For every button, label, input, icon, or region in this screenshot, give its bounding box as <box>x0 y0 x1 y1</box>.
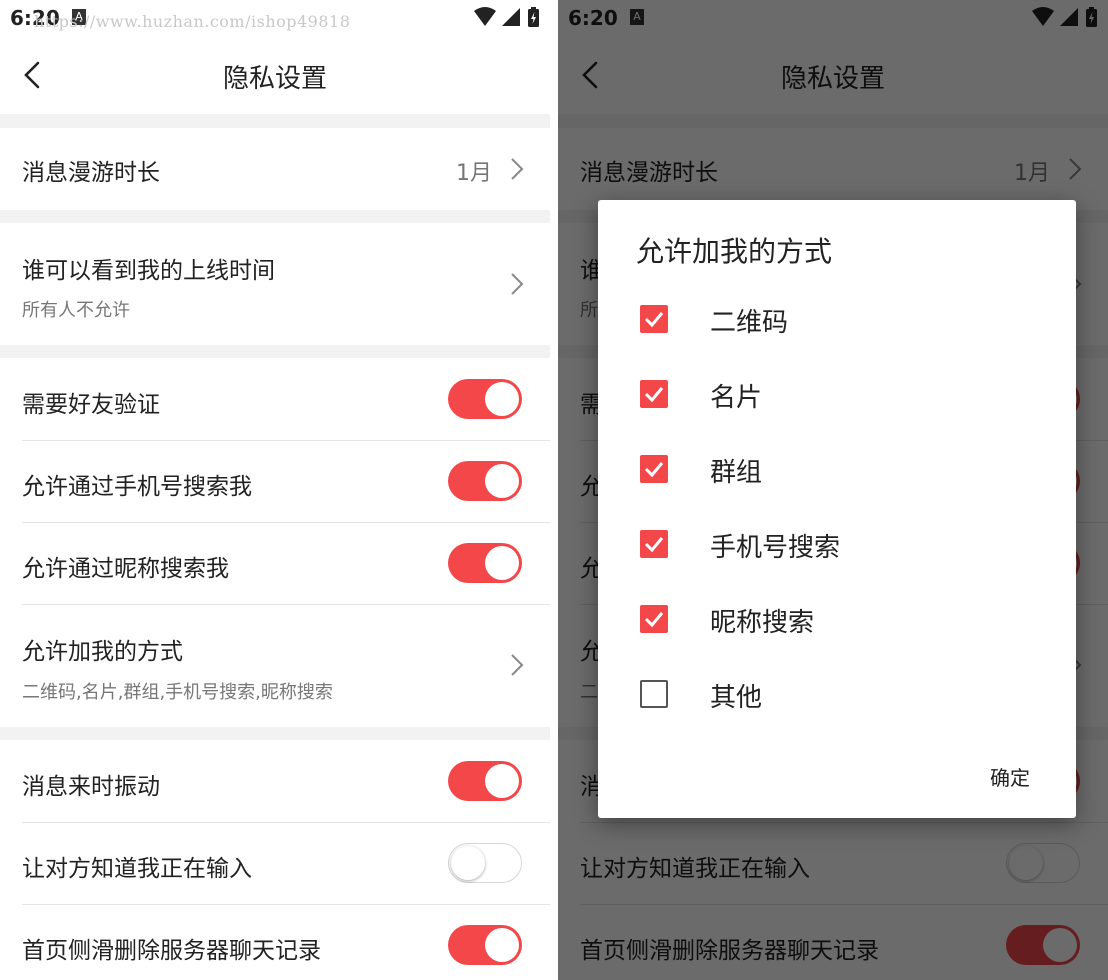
option-label: 手机号搜索 <box>710 533 841 563</box>
option-label: 群组 <box>710 458 763 488</box>
vibrate-row: 消息来时振动 <box>0 740 550 822</box>
chat-group: 消息来时振动 让对方知道我正在输入 首页侧滑删除服务器聊天记录 <box>0 740 550 980</box>
switch-knob <box>485 764 519 798</box>
option-label: 其他 <box>710 683 763 713</box>
status-icons <box>472 6 542 30</box>
friend-verify-title: 需要好友验证 <box>22 392 160 418</box>
switch-knob <box>485 464 519 498</box>
online-time-subtitle: 所有人不允许 <box>22 300 130 321</box>
checkbox-unchecked-icon[interactable] <box>640 680 668 708</box>
online-time-row[interactable]: 谁可以看到我的上线时间 所有人不允许 <box>0 223 550 345</box>
option-nickname-search[interactable]: 昵称搜索 <box>598 589 1076 649</box>
option-phone-search[interactable]: 手机号搜索 <box>598 514 1076 574</box>
friend-verify-row: 需要好友验证 <box>0 358 550 440</box>
contact-group: 需要好友验证 允许通过手机号搜索我 允许通过昵称搜索我 允许加我的方式 二维码,… <box>0 358 550 727</box>
option-group[interactable]: 群组 <box>598 439 1076 499</box>
status-bar: 6:20 A https://www.huzhan.com/ishop49818 <box>0 0 550 36</box>
option-label: 二维码 <box>710 308 789 338</box>
typing-status-switch[interactable] <box>448 843 522 883</box>
wifi-icon <box>474 7 496 26</box>
swipe-delete-title: 首页侧滑删除服务器聊天记录 <box>22 938 321 964</box>
roaming-title: 消息漫游时长 <box>22 160 160 186</box>
page-title: 隐私设置 <box>222 64 327 94</box>
switch-knob <box>485 928 519 962</box>
friend-verify-switch[interactable] <box>448 379 522 419</box>
add-methods-title: 允许加我的方式 <box>22 639 183 665</box>
add-methods-row[interactable]: 允许加我的方式 二维码,名片,群组,手机号搜索,昵称搜索 <box>0 604 550 727</box>
checkbox-checked-icon[interactable] <box>640 455 668 483</box>
privacy-settings-dialog-screen: 6:20 A 隐私设置 消息漫游时长 1月 <box>558 0 1108 980</box>
switch-knob <box>485 546 519 580</box>
privacy-settings-screen: 6:20 A https://www.huzhan.com/ishop49818… <box>0 0 550 980</box>
watermark: https://www.huzhan.com/ishop49818 <box>34 12 351 31</box>
confirm-button[interactable]: 确定 <box>990 762 1030 791</box>
switch-knob <box>485 382 519 416</box>
search-by-nickname-title: 允许通过昵称搜索我 <box>22 556 229 582</box>
signal-icon <box>502 8 520 26</box>
add-methods-subtitle: 二维码,名片,群组,手机号搜索,昵称搜索 <box>22 682 333 703</box>
add-methods-dialog: 允许加我的方式 二维码 名片 群组 手机号搜索 昵称搜索 其他 确定 <box>598 200 1076 818</box>
chevron-right-icon <box>511 654 524 676</box>
checkbox-checked-icon[interactable] <box>640 530 668 558</box>
search-by-phone-switch[interactable] <box>448 461 522 501</box>
checkbox-checked-icon[interactable] <box>640 380 668 408</box>
search-by-phone-title: 允许通过手机号搜索我 <box>22 474 252 500</box>
online-time-group: 谁可以看到我的上线时间 所有人不允许 <box>0 223 550 345</box>
dialog-title: 允许加我的方式 <box>636 235 833 268</box>
vibrate-switch[interactable] <box>448 761 522 801</box>
chevron-right-icon <box>511 158 524 180</box>
checkbox-checked-icon[interactable] <box>640 305 668 333</box>
roaming-row[interactable]: 消息漫游时长 1月 <box>0 128 550 210</box>
swipe-delete-switch[interactable] <box>448 925 522 965</box>
option-label: 名片 <box>710 383 763 413</box>
switch-knob <box>451 846 485 880</box>
search-by-phone-row: 允许通过手机号搜索我 <box>0 440 550 522</box>
option-label: 昵称搜索 <box>710 608 815 638</box>
roaming-value: 1月 <box>456 161 492 186</box>
swipe-delete-row: 首页侧滑删除服务器聊天记录 <box>0 904 550 980</box>
option-qrcode[interactable]: 二维码 <box>598 289 1076 349</box>
search-by-nickname-row: 允许通过昵称搜索我 <box>0 522 550 604</box>
option-other[interactable]: 其他 <box>598 664 1076 724</box>
vibrate-title: 消息来时振动 <box>22 774 160 800</box>
nav-bar: 隐私设置 <box>0 36 550 114</box>
typing-status-title: 让对方知道我正在输入 <box>22 856 252 882</box>
screen-gap <box>550 0 558 980</box>
search-by-nickname-switch[interactable] <box>448 543 522 583</box>
checkbox-checked-icon[interactable] <box>640 605 668 633</box>
battery-charging-icon <box>528 7 539 27</box>
roaming-group: 消息漫游时长 1月 <box>0 128 550 210</box>
option-card[interactable]: 名片 <box>598 364 1076 424</box>
online-time-title: 谁可以看到我的上线时间 <box>22 258 275 284</box>
chevron-right-icon <box>511 273 524 295</box>
typing-status-row: 让对方知道我正在输入 <box>0 822 550 904</box>
